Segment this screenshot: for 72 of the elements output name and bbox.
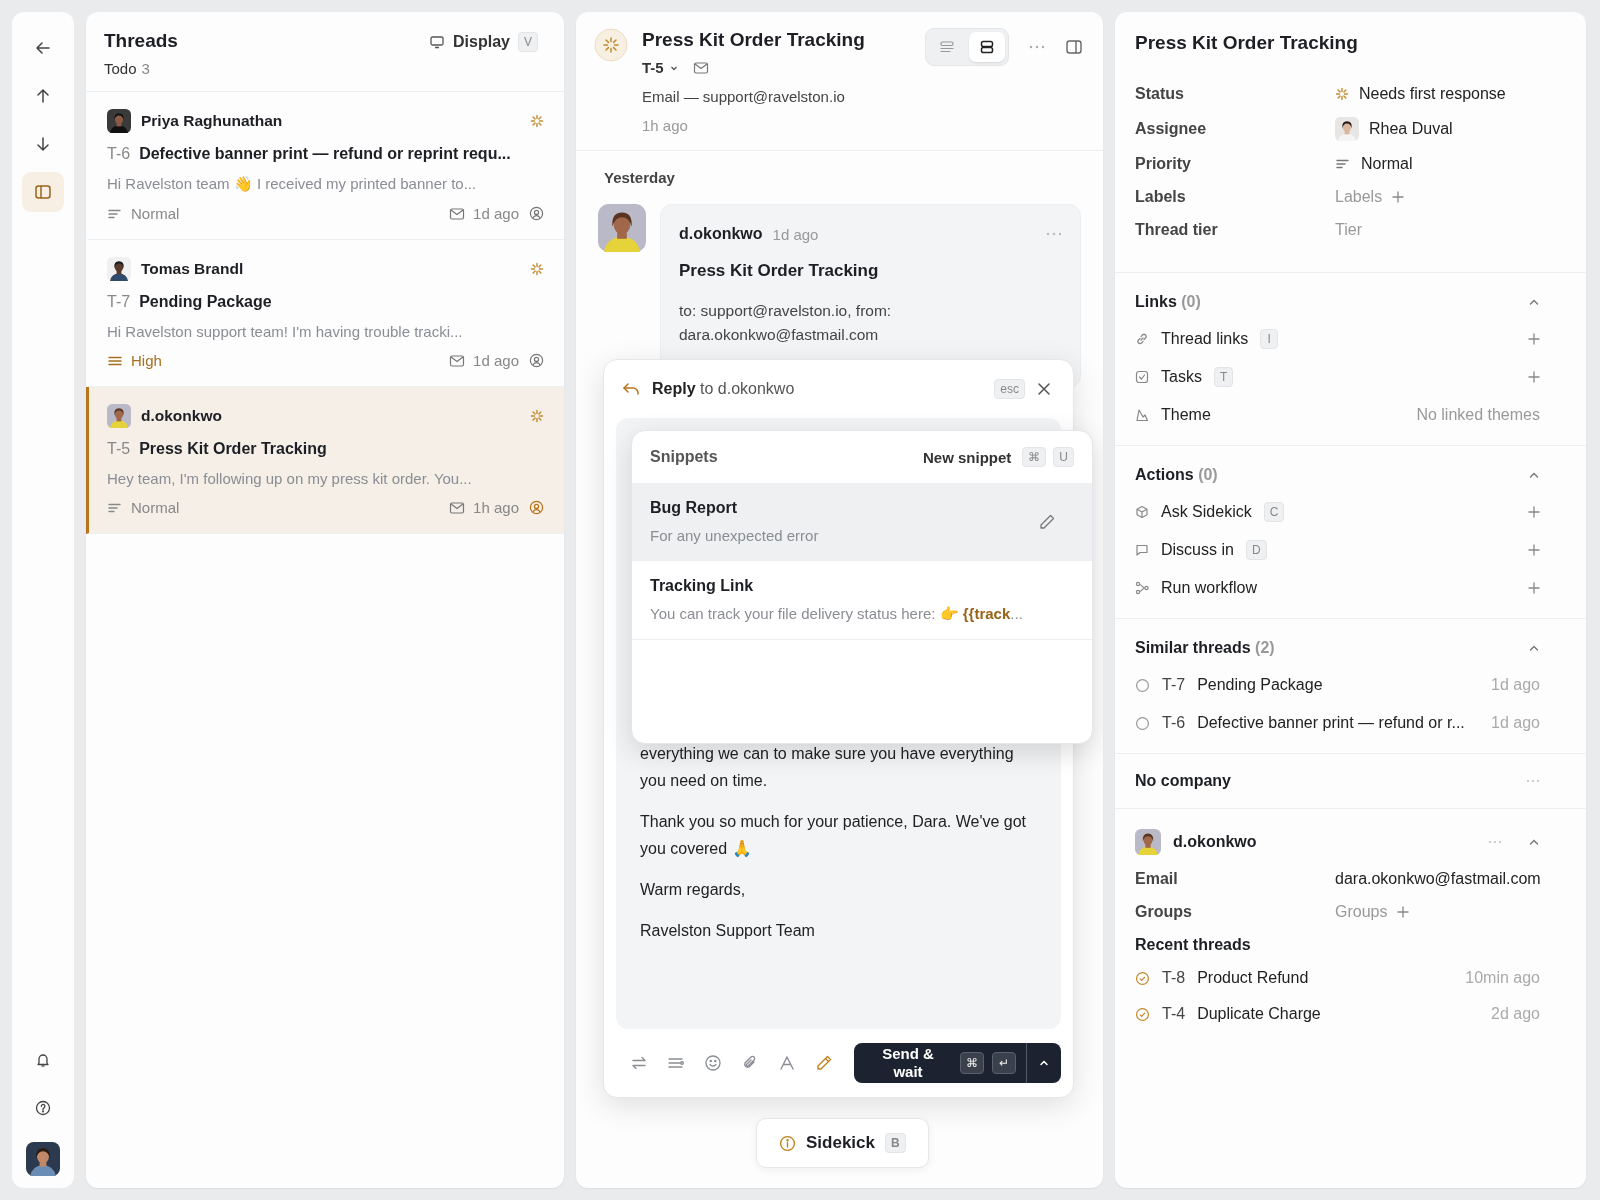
priority-label: Normal xyxy=(131,205,180,222)
thread-time: 2d ago xyxy=(1491,1005,1540,1023)
details-title: Press Kit Order Tracking xyxy=(1135,32,1359,54)
editor-paragraph: everything we can to make sure you have everything you need on time. xyxy=(640,744,1015,791)
thread-id: T-6 xyxy=(107,145,131,163)
priority-label: High xyxy=(131,352,162,369)
section-title: Actions (0) xyxy=(1135,466,1218,484)
thread-title: Press Kit Order Tracking xyxy=(642,29,866,51)
field-label: Thread tier xyxy=(1135,221,1219,239)
thread-id: T-7 xyxy=(1162,676,1186,694)
field-label: Groups xyxy=(1135,903,1193,921)
thread-time: 1d ago xyxy=(1491,676,1540,694)
subsection-title: Recent threads xyxy=(1135,936,1252,954)
field-label: Assignee xyxy=(1135,120,1208,138)
thread-time: 1d ago xyxy=(473,205,519,222)
filter-label: Todo xyxy=(104,60,137,77)
message-recipients: to: support@ravelston.io, from: dara.okonkwo@fastmail.com xyxy=(679,301,893,345)
thread-subject: Defective banner print — refund or reprint requ... xyxy=(139,145,511,163)
field-label: Status xyxy=(1135,85,1185,103)
editor-paragraph: Warm regards, xyxy=(640,880,747,900)
thread-subject: Pending Package xyxy=(139,293,272,311)
message-preview: Hey team, I'm following up on my press kit order. You... xyxy=(107,470,473,487)
thread-time: 1d ago xyxy=(1491,714,1540,732)
message-preview: Hi Ravelston support team! I'm having trouble tracki... xyxy=(107,323,464,340)
panel-title: Threads xyxy=(104,30,178,52)
channel-info: Email — support@ravelston.io xyxy=(642,88,846,105)
reply-title: Reply to d.okonkwo xyxy=(652,380,796,398)
shortcut-key: ⌘ xyxy=(1022,447,1047,467)
thread-subject: Press Kit Order Tracking xyxy=(139,440,327,458)
shortcut-key: I xyxy=(1260,329,1279,349)
thread-time: 1h ago xyxy=(642,117,689,134)
company-title: No company xyxy=(1135,772,1231,790)
snippet-title: Bug Report xyxy=(650,499,739,517)
shortcut-key: ↵ xyxy=(992,1052,1016,1074)
shortcut-key: T xyxy=(1213,367,1234,387)
thread-id: T-8 xyxy=(1162,969,1186,987)
editor-paragraph: Ravelston Support Team xyxy=(640,921,816,941)
shortcut-key: C xyxy=(1263,502,1285,522)
message-preview: Hi Ravelston team 👋 I received my printed banner to... xyxy=(107,175,478,193)
field-label: Priority xyxy=(1135,155,1192,173)
priority-label: Normal xyxy=(131,499,180,516)
popup-title: Snippets xyxy=(650,448,719,466)
author-name: d.okonkwo xyxy=(141,407,223,425)
empty-note: No linked themes xyxy=(1416,406,1540,424)
thread-time: 1h ago xyxy=(473,499,519,516)
message-subject: Press Kit Order Tracking xyxy=(679,261,880,281)
shortcut-key: D xyxy=(1245,540,1267,560)
shortcut-key: V xyxy=(518,32,538,52)
field-label: Email xyxy=(1135,870,1179,888)
snippet-title: Tracking Link xyxy=(650,577,755,595)
thread-time: 1d ago xyxy=(473,352,519,369)
snippet-preview: For any unexpected error xyxy=(650,527,820,544)
section-title: Similar threads (2) xyxy=(1135,639,1275,657)
section-title: Links (0) xyxy=(1135,293,1201,311)
thread-id: T-6 xyxy=(1162,714,1186,732)
field-label: Labels xyxy=(1135,188,1187,206)
day-heading: Yesterday xyxy=(604,169,676,186)
author-name: Tomas Brandl xyxy=(141,260,245,278)
shortcut-key: ⌘ xyxy=(960,1052,984,1074)
thread-id: T-7 xyxy=(107,293,131,311)
shortcut-key: U xyxy=(1053,447,1074,467)
thread-count: 3 xyxy=(141,60,150,77)
message-time: 1d ago xyxy=(772,225,820,243)
author-name: d.okonkwo xyxy=(679,225,763,243)
snippet-preview: You can track your file delivery status here: 👉 {{track... xyxy=(650,605,1024,623)
shortcut-key: esc xyxy=(994,379,1025,399)
thread-time: 10min ago xyxy=(1465,969,1540,987)
thread-id: T-4 xyxy=(1162,1005,1186,1023)
author-name: Priya Raghunathan xyxy=(141,112,284,130)
editor-paragraph: Thank you so much for your patience, Dara. We've got you covered 🙏 xyxy=(640,812,1028,859)
contact-name: d.okonkwo xyxy=(1173,833,1257,851)
thread-id: T-5 xyxy=(107,440,131,458)
